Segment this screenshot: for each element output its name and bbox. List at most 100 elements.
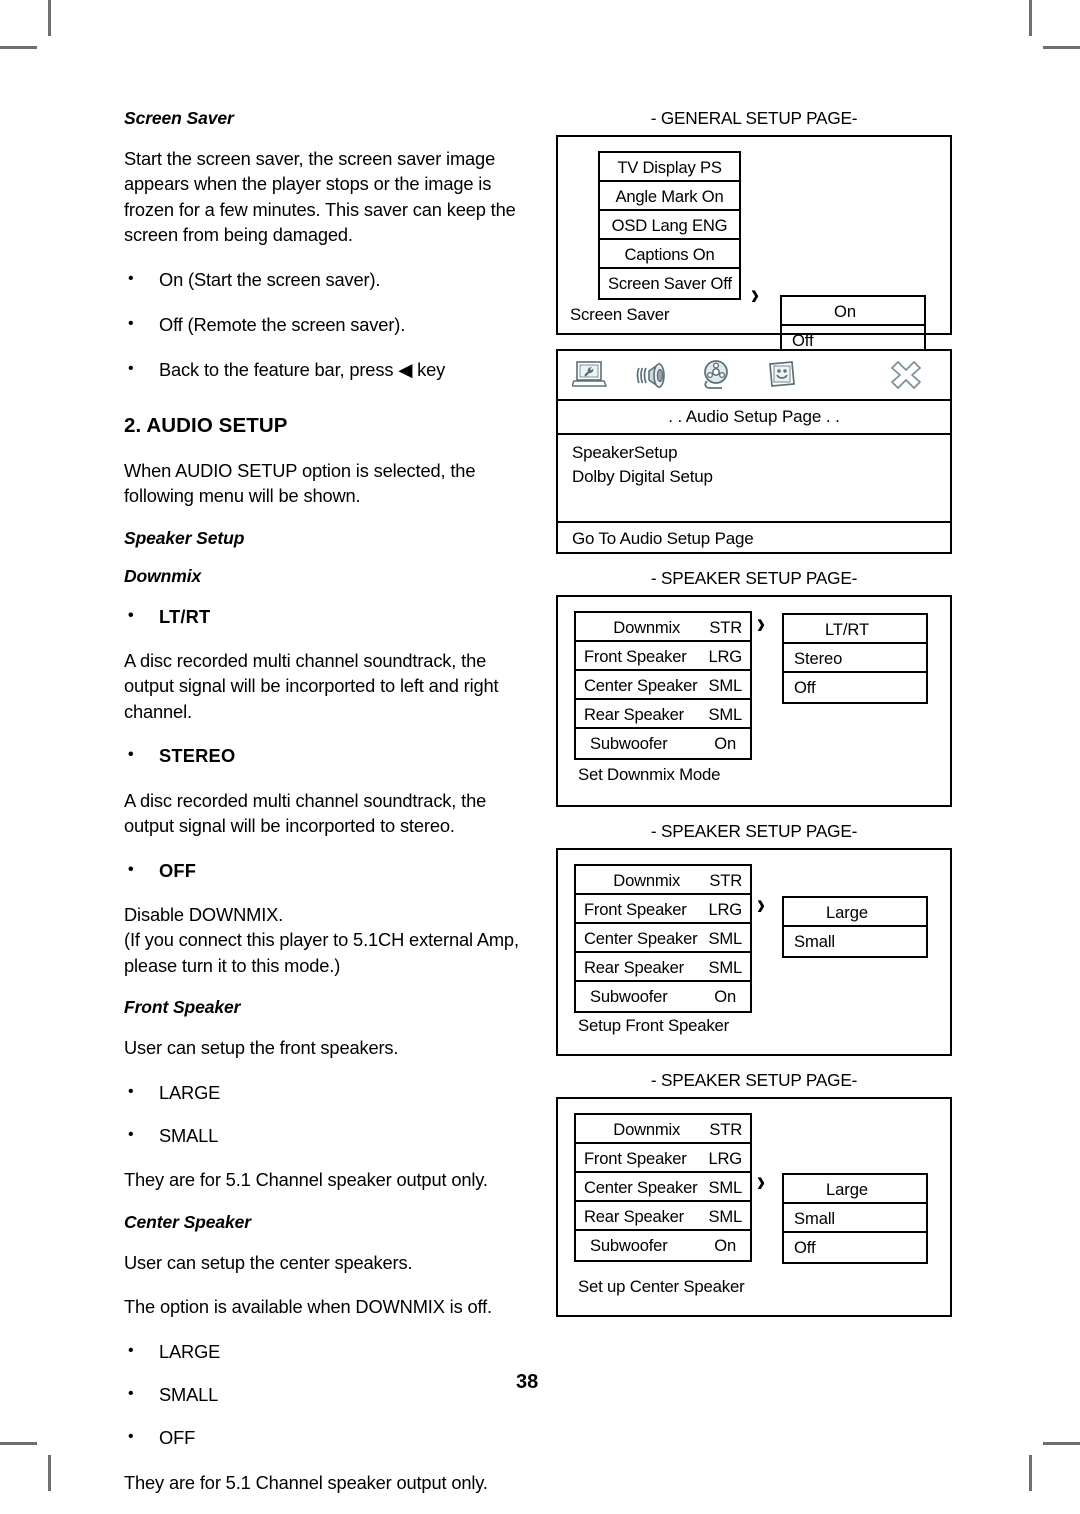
menu-item-label: Subwoofer bbox=[590, 1236, 668, 1255]
list-item: LARGE bbox=[124, 1079, 524, 1105]
option-off[interactable]: Off bbox=[784, 673, 926, 702]
center-speaker-note: They are for 5.1 Channel speaker output … bbox=[124, 1471, 488, 1493]
menu-item-rear-speaker[interactable]: Rear Speaker SML bbox=[576, 953, 750, 982]
exit-setup-icon[interactable] bbox=[884, 357, 928, 393]
osd-screen: Downmix STR Front Speaker LRG Center Spe… bbox=[556, 1097, 952, 1317]
menu-item-center-speaker[interactable]: Center Speaker SML bbox=[576, 671, 750, 700]
menu-item-subwoofer[interactable]: Subwoofer On bbox=[576, 982, 750, 1011]
preference-setup-icon[interactable] bbox=[760, 357, 804, 393]
center-speaker-bullet-list: LARGE SMALL OFF bbox=[124, 1338, 524, 1451]
page-number: 38 bbox=[516, 1371, 539, 1393]
menu-item-value: LRG bbox=[708, 1149, 742, 1168]
off-description-line2: (If you connect this player to 5.1CH ext… bbox=[124, 929, 519, 976]
manual-page: Screen Saver Start the screen saver, the… bbox=[0, 0, 1080, 1493]
menu-item-center-speaker[interactable]: Center Speaker SML bbox=[576, 924, 750, 953]
menu-item-value: SML bbox=[708, 705, 742, 724]
menu-item-rear-speaker[interactable]: Rear Speaker SML bbox=[576, 700, 750, 729]
audio-setup-intro: When AUDIO SETUP option is selected, the… bbox=[124, 459, 476, 507]
ltrt-description: A disc recorded multi channel soundtrack… bbox=[124, 650, 499, 722]
menu-item-value: SML bbox=[708, 958, 742, 977]
option-large[interactable]: Large bbox=[784, 898, 926, 927]
screen-caption: Set Downmix Mode bbox=[578, 765, 721, 784]
menu-item-downmix[interactable]: Downmix STR bbox=[576, 1115, 750, 1144]
list-item: LARGE bbox=[124, 1338, 524, 1364]
menu-item-captions[interactable]: Captions On bbox=[600, 240, 739, 269]
menu-item-label: Front Speaker bbox=[584, 900, 687, 919]
diagram-speaker-setup-front: - SPEAKER SETUP PAGE- Downmix STR Front … bbox=[556, 821, 952, 1056]
downmix-heading: Downmix bbox=[124, 565, 202, 586]
screen-caption: Set up Center Speaker bbox=[578, 1277, 745, 1296]
front-speaker-note: They are for 5.1 Channel speaker output … bbox=[124, 1169, 488, 1191]
video-setup-icon[interactable] bbox=[696, 357, 740, 393]
setup-icon-bar bbox=[558, 351, 950, 401]
menu-item-rear-speaker[interactable]: Rear Speaker SML bbox=[576, 1202, 750, 1231]
center-speaker-option-popup: Large Small Off bbox=[782, 1173, 928, 1264]
screen-saver-paragraph: Start the screen saver, the screen saver… bbox=[124, 148, 516, 246]
list-item: LT/RT bbox=[124, 603, 524, 629]
menu-item-label: Center Speaker bbox=[584, 676, 698, 695]
front-speaker-bullet-list: LARGE SMALL bbox=[124, 1079, 524, 1149]
screen-saver-bullet-list: On (Start the screen saver). Off (Remote… bbox=[124, 266, 524, 383]
goto-status-row: Go To Audio Setup Page bbox=[572, 529, 754, 548]
list-item: OFF bbox=[124, 1424, 524, 1450]
osd-screen: . . Audio Setup Page . . SpeakerSetup Do… bbox=[556, 349, 952, 554]
menu-item-subwoofer[interactable]: Subwoofer On bbox=[576, 729, 750, 758]
osd-screen: Downmix STR Front Speaker LRG Center Spe… bbox=[556, 848, 952, 1056]
menu-item-downmix[interactable]: Downmix STR bbox=[576, 866, 750, 895]
right-diagram-column: - GENERAL SETUP PAGE- TV Display PS Angl… bbox=[556, 108, 952, 1331]
diagram-speaker-setup-downmix: - SPEAKER SETUP PAGE- Downmix STR Front … bbox=[556, 568, 952, 807]
menu-item-downmix[interactable]: Downmix STR bbox=[576, 613, 750, 642]
speaker-setup-menu-list: Downmix STR Front Speaker LRG Center Spe… bbox=[574, 864, 752, 1013]
option-stereo[interactable]: Stereo bbox=[784, 644, 926, 673]
menu-item-subwoofer[interactable]: Subwoofer On bbox=[576, 1231, 750, 1260]
option-large[interactable]: Large bbox=[784, 1175, 926, 1204]
menu-item-label: Rear Speaker bbox=[584, 705, 684, 724]
screen-saver-heading: Screen Saver bbox=[124, 108, 234, 128]
center-speaker-heading: Center Speaker bbox=[124, 1211, 251, 1232]
menu-item-front-speaker[interactable]: Front Speaker LRG bbox=[576, 895, 750, 924]
diagram-title: - SPEAKER SETUP PAGE- bbox=[650, 1070, 858, 1090]
menu-item-value: LRG bbox=[708, 647, 742, 666]
menu-item-value: SML bbox=[708, 676, 742, 695]
menu-item-osd-lang[interactable]: OSD Lang ENG bbox=[600, 211, 739, 240]
front-speaker-heading: Front Speaker bbox=[124, 997, 241, 1018]
option-on[interactable]: On bbox=[782, 297, 924, 326]
menu-item-front-speaker[interactable]: Front Speaker LRG bbox=[576, 1144, 750, 1173]
menu-item-angle-mark[interactable]: Angle Mark On bbox=[600, 182, 739, 211]
option-small[interactable]: Small bbox=[784, 927, 926, 956]
menu-item-value: SML bbox=[708, 1178, 742, 1197]
audio-setup-page-title: . . Audio Setup Page . . bbox=[558, 401, 950, 435]
menu-item-tv-display[interactable]: TV Display PS bbox=[600, 153, 739, 182]
general-setup-icon[interactable] bbox=[568, 357, 612, 393]
menu-item-dolby-digital-setup[interactable]: Dolby Digital Setup bbox=[572, 465, 950, 489]
menu-item-label: Center Speaker bbox=[584, 1178, 698, 1197]
audio-setup-icon[interactable] bbox=[632, 357, 676, 393]
list-item: Off (Remote the screen saver). bbox=[124, 311, 524, 337]
center-speaker-note-downmix: The option is available when DOWNMIX is … bbox=[124, 1296, 492, 1318]
menu-item-screen-saver[interactable]: Screen Saver Off bbox=[600, 269, 739, 298]
downmix-ltrt-bullet-list: LT/RT bbox=[124, 603, 524, 629]
option-small[interactable]: Small bbox=[784, 1204, 926, 1233]
menu-item-center-speaker[interactable]: Center Speaker SML bbox=[576, 1173, 750, 1202]
chevron-right-icon: › bbox=[756, 888, 766, 921]
menu-item-value: SML bbox=[708, 1207, 742, 1226]
list-item: SMALL bbox=[124, 1122, 524, 1148]
audio-setup-option-list: SpeakerSetup Dolby Digital Setup bbox=[558, 435, 950, 523]
option-ltrt[interactable]: LT/RT bbox=[784, 615, 926, 644]
menu-item-label: Rear Speaker bbox=[584, 1207, 684, 1226]
menu-item-speaker-setup[interactable]: SpeakerSetup bbox=[572, 441, 950, 465]
screen-caption: Screen Saver bbox=[570, 305, 670, 324]
option-off[interactable]: Off bbox=[784, 1233, 926, 1262]
menu-item-value: STR bbox=[709, 1120, 742, 1139]
menu-item-value: On bbox=[714, 987, 736, 1006]
menu-item-value: On bbox=[714, 734, 736, 753]
menu-item-label: Subwoofer bbox=[590, 734, 668, 753]
osd-screen: Downmix STR Front Speaker LRG Center Spe… bbox=[556, 595, 952, 807]
menu-item-label: Rear Speaker bbox=[584, 958, 684, 977]
menu-item-value: On bbox=[714, 1236, 736, 1255]
list-item: Back to the feature bar, press ◀ key bbox=[124, 356, 524, 382]
menu-item-front-speaker[interactable]: Front Speaker LRG bbox=[576, 642, 750, 671]
front-speaker-description: User can setup the front speakers. bbox=[124, 1037, 399, 1059]
downmix-stereo-bullet-list: STEREO bbox=[124, 742, 524, 768]
diagram-speaker-setup-center: - SPEAKER SETUP PAGE- Downmix STR Front … bbox=[556, 1070, 952, 1317]
